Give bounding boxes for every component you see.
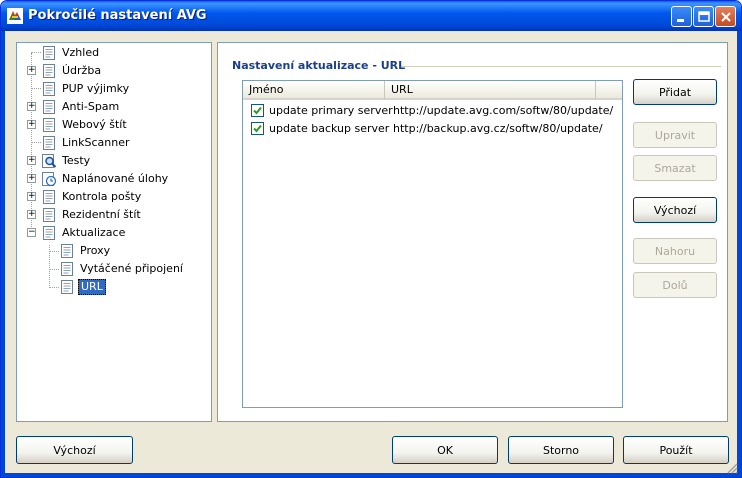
maximize-button[interactable] (693, 6, 714, 27)
tree-item-aktualizace[interactable]: Aktualizace (41, 224, 127, 241)
delete-button[interactable]: Smazat (633, 155, 717, 181)
tree-connector (31, 52, 41, 53)
move-down-button[interactable]: Dolů (633, 272, 717, 298)
tree-connector (49, 251, 59, 252)
expand-toggle-naplanovane-ulohy[interactable]: + (27, 174, 36, 183)
advanced-settings-window: Pokročilé nastavení AVG Vzhled + Údržba (0, 0, 742, 478)
tree-item-pup-vyjimky[interactable]: PUP výjimky (41, 80, 131, 97)
document-icon (61, 261, 73, 276)
tree-item-label: Vzhled (62, 45, 100, 59)
tree-connector (49, 269, 59, 270)
tree-item-label: Vytáčené připojení (80, 261, 183, 275)
tree-item-label: Webový štít (62, 117, 127, 131)
column-header-url[interactable]: URL (385, 81, 596, 100)
tree-item-anti-spam[interactable]: Anti-Spam (41, 98, 121, 115)
tree-item-label: Rezidentní štít (62, 207, 141, 221)
table-row[interactable]: update primary server http://update.avg.… (243, 101, 622, 119)
window-frame-right (737, 31, 741, 477)
tree-item-label: Proxy (80, 243, 111, 257)
document-icon (61, 243, 73, 258)
clock-icon (42, 171, 57, 186)
tree-item-testy[interactable]: Testy (41, 152, 92, 169)
tree-item-label: Anti-Spam (62, 99, 120, 113)
tree-item-udrzba[interactable]: Údržba (41, 62, 103, 79)
document-icon (43, 81, 55, 96)
move-up-button[interactable]: Nahoru (633, 238, 717, 264)
default-button[interactable]: Výchozí (633, 197, 717, 223)
row-name: update backup server (269, 121, 390, 135)
edit-button[interactable]: Upravit (633, 122, 717, 148)
tree-item-vytacene-pripojeni[interactable]: Vytáčené připojení (59, 260, 185, 277)
collapse-toggle-aktualizace[interactable]: − (27, 228, 36, 237)
document-icon (43, 207, 55, 222)
document-icon (61, 279, 73, 294)
ok-button[interactable]: OK (392, 436, 498, 464)
tree-item-label: Aktualizace (62, 225, 126, 239)
tree-item-label: URL (78, 278, 106, 295)
row-checkbox[interactable] (251, 103, 264, 117)
reset-default-button[interactable]: Výchozí (16, 436, 133, 464)
row-name: update primary server (269, 103, 393, 117)
tree-item-linkscanner[interactable]: LinkScanner (41, 134, 132, 151)
close-icon (721, 12, 731, 22)
apply-button[interactable]: Použít (623, 436, 729, 464)
checkmark-icon (253, 106, 262, 114)
document-icon (43, 99, 55, 114)
tree-item-proxy[interactable]: Proxy (59, 242, 112, 259)
expand-toggle-testy[interactable]: + (27, 156, 36, 165)
table-row[interactable]: update backup server http://backup.avg.c… (243, 119, 622, 137)
tree-connector (49, 287, 59, 288)
checkmark-icon (253, 124, 262, 132)
add-button[interactable]: Přidat (633, 79, 717, 105)
column-header-name[interactable]: Jméno (243, 81, 385, 100)
document-icon (43, 189, 55, 204)
tree-item-label: Testy (62, 153, 91, 167)
document-icon (43, 45, 55, 60)
row-url: http://update.avg.com/softw/80/update/ (393, 103, 614, 117)
cancel-button[interactable]: Storno (508, 436, 614, 464)
window-title: Pokročilé nastavení AVG (28, 8, 207, 23)
row-checkbox[interactable] (251, 121, 264, 135)
url-list[interactable]: Jméno URL update primary server http://u… (242, 80, 623, 408)
avg-logo-icon (7, 8, 23, 24)
title-bar[interactable]: Pokročilé nastavení AVG (1, 1, 741, 31)
tree-item-rezidentni-stit[interactable]: Rezidentní štít (41, 206, 143, 223)
row-url: http://backup.avg.cz/softw/80/update/ (393, 121, 603, 135)
tree-item-naplanovane-ulohy[interactable]: Naplánované úlohy (41, 170, 170, 187)
tree-item-label: Naplánované úlohy (62, 171, 169, 185)
tree-item-label: PUP výjimky (62, 81, 130, 95)
section-divider (401, 66, 721, 67)
tree-item-label: LinkScanner (62, 135, 130, 149)
expand-toggle-udrzba[interactable]: + (27, 66, 36, 75)
expand-toggle-webovy-stit[interactable]: + (27, 120, 36, 129)
column-header-filler (596, 81, 622, 100)
window-frame-left (1, 31, 5, 477)
document-icon (43, 135, 55, 150)
document-icon (43, 63, 55, 78)
magnifier-icon (42, 153, 57, 168)
window-frame-bottom (1, 473, 741, 477)
close-button[interactable] (715, 6, 736, 27)
minimize-button[interactable] (671, 6, 692, 27)
settings-tree[interactable]: Vzhled + Údržba PUP výjimky + Anti-Spam … (16, 42, 212, 422)
tree-connector (31, 88, 41, 89)
document-icon (43, 117, 55, 132)
tree-item-label: Kontrola pošty (62, 189, 142, 203)
tree-item-vzhled[interactable]: Vzhled (41, 44, 101, 61)
resize-grip-icon[interactable] (726, 462, 738, 474)
document-icon (43, 225, 55, 240)
section-title: Nastavení aktualizace - URL (232, 59, 406, 72)
maximize-icon (698, 11, 710, 22)
expand-toggle-kontrola-posty[interactable]: + (27, 192, 36, 201)
tree-item-webovy-stit[interactable]: Webový štít (41, 116, 129, 133)
tree-item-label: Údržba (62, 63, 102, 77)
minimize-icon (677, 19, 684, 22)
tree-item-kontrola-posty[interactable]: Kontrola pošty (41, 188, 143, 205)
tree-item-url[interactable]: URL (59, 278, 106, 295)
expand-toggle-anti-spam[interactable]: + (27, 102, 36, 111)
expand-toggle-rezidentni-stit[interactable]: + (27, 210, 36, 219)
tree-connector (31, 142, 41, 143)
